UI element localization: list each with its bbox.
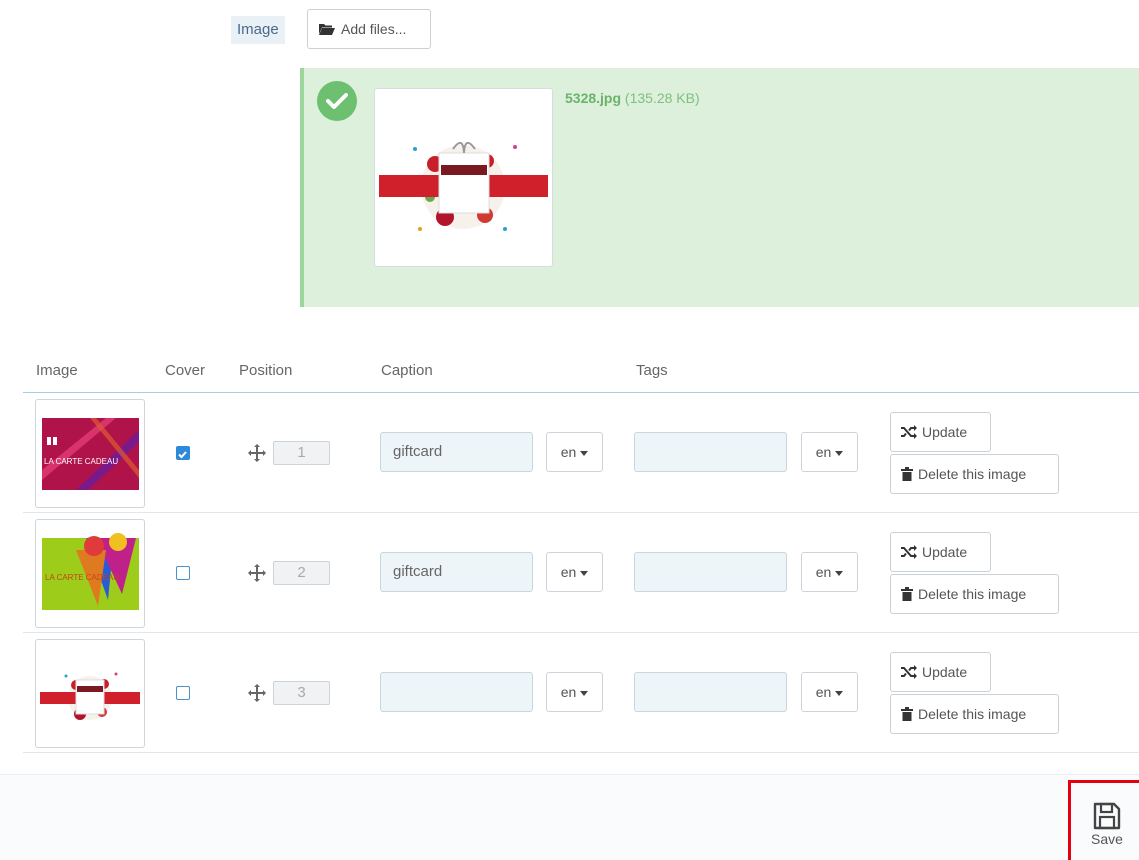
caption-language-label: en	[560, 684, 577, 700]
image-field-label: Image	[231, 16, 285, 44]
tags-language-label: en	[815, 444, 832, 460]
position-input[interactable]: 2	[273, 561, 330, 585]
update-label: Update	[922, 424, 968, 440]
file-name: 5328.jpg	[565, 90, 622, 106]
upload-success-panel: 5328.jpg (135.28 KB)	[300, 68, 1139, 307]
image-thumbnail[interactable]: LA CARTE CADEAU	[35, 399, 145, 508]
tags-language-dropdown[interactable]: en	[801, 672, 858, 712]
add-files-button[interactable]: Add files...	[307, 9, 431, 49]
update-button[interactable]: Update	[890, 412, 991, 452]
caret-down-icon	[580, 690, 589, 696]
position-input[interactable]: 1	[273, 441, 330, 465]
uploaded-image-preview	[374, 88, 553, 267]
delete-label: Delete this image	[918, 586, 1027, 602]
shuffle-icon	[901, 425, 917, 439]
delete-label: Delete this image	[918, 466, 1027, 482]
shuffle-icon	[901, 665, 917, 679]
caption-input[interactable]	[380, 672, 533, 712]
file-info: 5328.jpg (135.28 KB)	[565, 90, 700, 106]
tags-input[interactable]	[634, 672, 787, 712]
table-row: 3 en en Update Delete this image	[23, 633, 1139, 753]
form-footer	[0, 774, 1139, 860]
caret-down-icon	[835, 570, 844, 576]
folder-open-icon	[319, 24, 335, 35]
table-row: LA CARTE CADEAU 2 giftcard en en Update …	[23, 513, 1139, 633]
column-header-image: Image	[36, 362, 78, 379]
shuffle-icon	[901, 545, 917, 559]
thumb-text: LA CARTE CADEAU	[44, 457, 118, 466]
update-button[interactable]: Update	[890, 652, 991, 692]
caret-down-icon	[580, 570, 589, 576]
delete-image-button[interactable]: Delete this image	[890, 574, 1059, 614]
tags-input[interactable]	[634, 552, 787, 592]
tags-language-dropdown[interactable]: en	[801, 552, 858, 592]
column-header-position: Position	[239, 362, 293, 379]
cover-checkbox[interactable]	[176, 686, 190, 700]
save-label: Save	[1091, 830, 1123, 847]
check-circle-icon	[317, 81, 357, 121]
column-header-tags: Tags	[636, 362, 668, 379]
cover-checkbox[interactable]	[176, 566, 190, 580]
save-button[interactable]: Save	[1075, 787, 1139, 860]
caption-language-dropdown[interactable]: en	[546, 432, 603, 472]
add-files-label: Add files...	[341, 21, 407, 37]
image-thumbnail[interactable]: LA CARTE CADEAU	[35, 519, 145, 628]
caption-language-dropdown[interactable]: en	[546, 552, 603, 592]
image-thumbnail[interactable]	[35, 639, 145, 748]
thumb-text: LA CARTE CADEAU	[45, 573, 119, 582]
move-icon[interactable]	[248, 564, 266, 582]
update-label: Update	[922, 664, 968, 680]
table-row: LA CARTE CADEAU 1 giftcard en en Update …	[23, 393, 1139, 513]
caption-input[interactable]: giftcard	[380, 432, 533, 472]
trash-icon	[901, 467, 913, 481]
caret-down-icon	[580, 450, 589, 456]
caption-input[interactable]: giftcard	[380, 552, 533, 592]
floppy-disk-icon	[1093, 802, 1121, 829]
move-icon[interactable]	[248, 444, 266, 462]
move-icon[interactable]	[248, 684, 266, 702]
caret-down-icon	[835, 690, 844, 696]
tags-language-label: en	[815, 564, 832, 580]
column-header-cover: Cover	[165, 362, 206, 379]
trash-icon	[901, 707, 913, 721]
file-size: (135.28 KB)	[624, 90, 700, 106]
caret-down-icon	[835, 450, 844, 456]
update-label: Update	[922, 544, 968, 560]
delete-label: Delete this image	[918, 706, 1027, 722]
caption-language-dropdown[interactable]: en	[546, 672, 603, 712]
cover-checkbox[interactable]	[176, 446, 190, 460]
tags-language-label: en	[815, 684, 832, 700]
tags-input[interactable]	[634, 432, 787, 472]
tags-language-dropdown[interactable]: en	[801, 432, 858, 472]
position-input[interactable]: 3	[273, 681, 330, 705]
trash-icon	[901, 587, 913, 601]
delete-image-button[interactable]: Delete this image	[890, 454, 1059, 494]
caption-language-label: en	[560, 444, 577, 460]
column-header-caption: Caption	[381, 362, 433, 379]
update-button[interactable]: Update	[890, 532, 991, 572]
delete-image-button[interactable]: Delete this image	[890, 694, 1059, 734]
caption-language-label: en	[560, 564, 577, 580]
